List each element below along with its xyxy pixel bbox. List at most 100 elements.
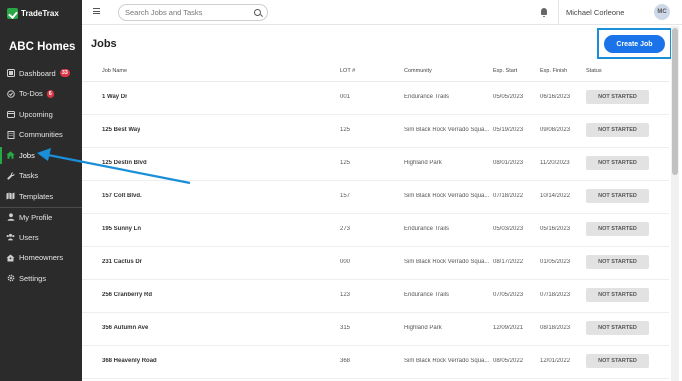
homeowner-icon [6, 253, 15, 262]
search-icon[interactable] [254, 9, 261, 16]
wrench-icon [6, 171, 15, 180]
home-icon [6, 151, 15, 160]
job-name-cell[interactable]: 231 Cactus Dr [102, 259, 142, 265]
community-cell: Sim Black Rock Verrado Squa... [404, 127, 490, 133]
todos-count-badge: 6 [46, 89, 54, 98]
community-cell: Endurance Trails [404, 94, 450, 100]
sidebar: TradeTrax ABC Homes Dashboard 33 To-Dos … [0, 0, 82, 381]
sidebar-item-todos[interactable]: To-Dos 6 [0, 84, 82, 105]
table-row[interactable]: 125 Destin Blvd 125 Highland Park 08/01/202… [82, 148, 669, 181]
table-header: Job Name LOT # Community Exp. Start Exp.… [82, 62, 669, 82]
job-name-cell[interactable]: 1 Way Dr [102, 94, 127, 100]
exp-start-cell: 12/09/2021 [493, 325, 524, 331]
status-badge: NOT STARTED [586, 189, 649, 203]
community-cell: Endurance Trails [404, 226, 450, 232]
create-job-button[interactable]: Create Job [604, 35, 665, 53]
sidebar-item-communities[interactable]: Communities [0, 125, 82, 146]
table-row[interactable]: 195 Sunny Ln 273 Endurance Trails 05/03/202… [82, 214, 669, 247]
sidebar-item-label: Tasks [19, 171, 39, 181]
table-row[interactable]: 356 Autumn Ave 315 Highland Park 12/09/2021… [82, 313, 669, 346]
map-icon [6, 192, 15, 201]
status-badge: NOT STARTED [586, 288, 649, 302]
sidebar-item-label: Homeowners [19, 253, 64, 263]
lot-cell: 273 [340, 226, 351, 232]
scrollbar[interactable] [671, 26, 679, 381]
job-name-cell[interactable]: 368 Heavenly Road [102, 358, 157, 364]
column-header-exp-finish[interactable]: Exp. Finish [540, 68, 567, 74]
job-name-cell[interactable]: 195 Sunny Ln [102, 226, 141, 232]
sidebar-item-homeowners[interactable]: Homeowners [0, 248, 82, 269]
list-icon [6, 89, 15, 98]
scroll-thumb[interactable] [672, 28, 678, 175]
top-bar: Michael Corleone MC [82, 0, 682, 25]
app-logo[interactable]: TradeTrax [7, 7, 59, 19]
status-badge: NOT STARTED [586, 156, 649, 170]
lot-cell: 368 [340, 358, 351, 364]
column-header-job-name[interactable]: Job Name [102, 68, 127, 74]
exp-finish-cell: 08/18/2023 [540, 325, 571, 331]
sidebar-item-label: Communities [19, 130, 63, 140]
search-input[interactable] [125, 8, 250, 17]
column-header-lot[interactable]: LOT # [340, 68, 355, 74]
community-cell: Sim Black Rock Verrado Squa... [404, 193, 490, 199]
lot-cell: 157 [340, 193, 351, 199]
table-row[interactable]: 125 Best Way 125 Sim Black Rock Verrado Sq… [82, 115, 669, 148]
lot-cell: 000 [340, 259, 351, 265]
exp-finish-cell: 10/14/2022 [540, 193, 571, 199]
job-name-cell[interactable]: 125 Best Way [102, 127, 140, 133]
user-name[interactable]: Michael Corleone [566, 8, 624, 17]
sidebar-item-label: Settings [19, 273, 47, 283]
status-badge: NOT STARTED [586, 321, 649, 335]
sidebar-item-templates[interactable]: Templates [0, 186, 82, 207]
sidebar-item-upcoming[interactable]: Upcoming [0, 104, 82, 125]
sidebar-item-label: To-Dos [19, 89, 43, 99]
calendar-icon [6, 110, 15, 119]
sidebar-item-tasks[interactable]: Tasks [0, 166, 82, 187]
table-row[interactable]: 231 Cactus Dr 000 Sim Black Rock Verrado S… [82, 247, 669, 280]
company-name: ABC Homes [9, 41, 76, 53]
job-name-cell[interactable]: 256 Cranberry Rd [102, 292, 152, 298]
avatar[interactable]: MC [654, 4, 670, 20]
sidebar-nav: Dashboard 33 To-Dos 6 Upcoming Communiti… [0, 63, 82, 289]
exp-start-cell: 07/05/2023 [493, 292, 524, 298]
job-name-cell[interactable]: 356 Autumn Ave [102, 325, 148, 331]
community-cell: Sim Black Rock Verrado Squa... [404, 358, 490, 364]
exp-finish-cell: 06/16/2023 [540, 94, 571, 100]
search-box[interactable] [118, 4, 268, 21]
status-badge: NOT STARTED [586, 123, 649, 137]
table-row[interactable]: 157 Colt Blvd. 157 Sim Black Rock Verrado … [82, 181, 669, 214]
sidebar-item-label: Templates [19, 191, 54, 201]
sidebar-item-jobs[interactable]: Jobs [0, 145, 82, 166]
exp-finish-cell: 12/01/2022 [540, 358, 571, 364]
dashboard-icon [6, 69, 15, 78]
exp-start-cell: 08/05/2022 [493, 358, 524, 364]
dashboard-count-badge: 33 [59, 69, 70, 78]
job-name-cell[interactable]: 157 Colt Blvd. [102, 193, 142, 199]
logo-text: TradeTrax [21, 8, 59, 18]
table-row[interactable]: 1 Way Dr 001 Endurance Trails 05/05/2023 06/… [82, 82, 669, 115]
sidebar-item-dashboard[interactable]: Dashboard 33 [0, 63, 82, 84]
hamburger-menu-icon[interactable] [93, 8, 100, 14]
status-badge: NOT STARTED [586, 255, 649, 269]
users-icon [6, 233, 15, 242]
table-row[interactable]: 368 Heavenly Road 368 Sim Black Rock Verra… [82, 346, 669, 379]
status-badge: NOT STARTED [586, 222, 649, 236]
sidebar-item-my-profile[interactable]: My Profile [0, 206, 82, 228]
exp-finish-cell: 01/05/2023 [540, 259, 571, 265]
exp-start-cell: 05/05/2023 [493, 94, 524, 100]
table-row[interactable]: 256 Cranberry Rd 123 Endurance Trails 07/05… [82, 280, 669, 313]
column-header-community[interactable]: Community [404, 68, 432, 74]
exp-finish-cell: 09/08/2023 [540, 127, 571, 133]
exp-start-cell: 05/19/2023 [493, 127, 524, 133]
column-header-status[interactable]: Status [586, 68, 602, 74]
lot-cell: 123 [340, 292, 351, 298]
sidebar-item-settings[interactable]: Settings [0, 268, 82, 289]
bell-icon[interactable] [541, 8, 547, 17]
lot-cell: 001 [340, 94, 351, 100]
topbar-divider [558, 0, 559, 25]
community-cell: Highland Park [404, 160, 442, 166]
community-cell: Endurance Trails [404, 292, 450, 298]
column-header-exp-start[interactable]: Exp. Start [493, 68, 517, 74]
sidebar-item-users[interactable]: Users [0, 227, 82, 248]
job-name-cell[interactable]: 125 Destin Blvd [102, 160, 147, 166]
